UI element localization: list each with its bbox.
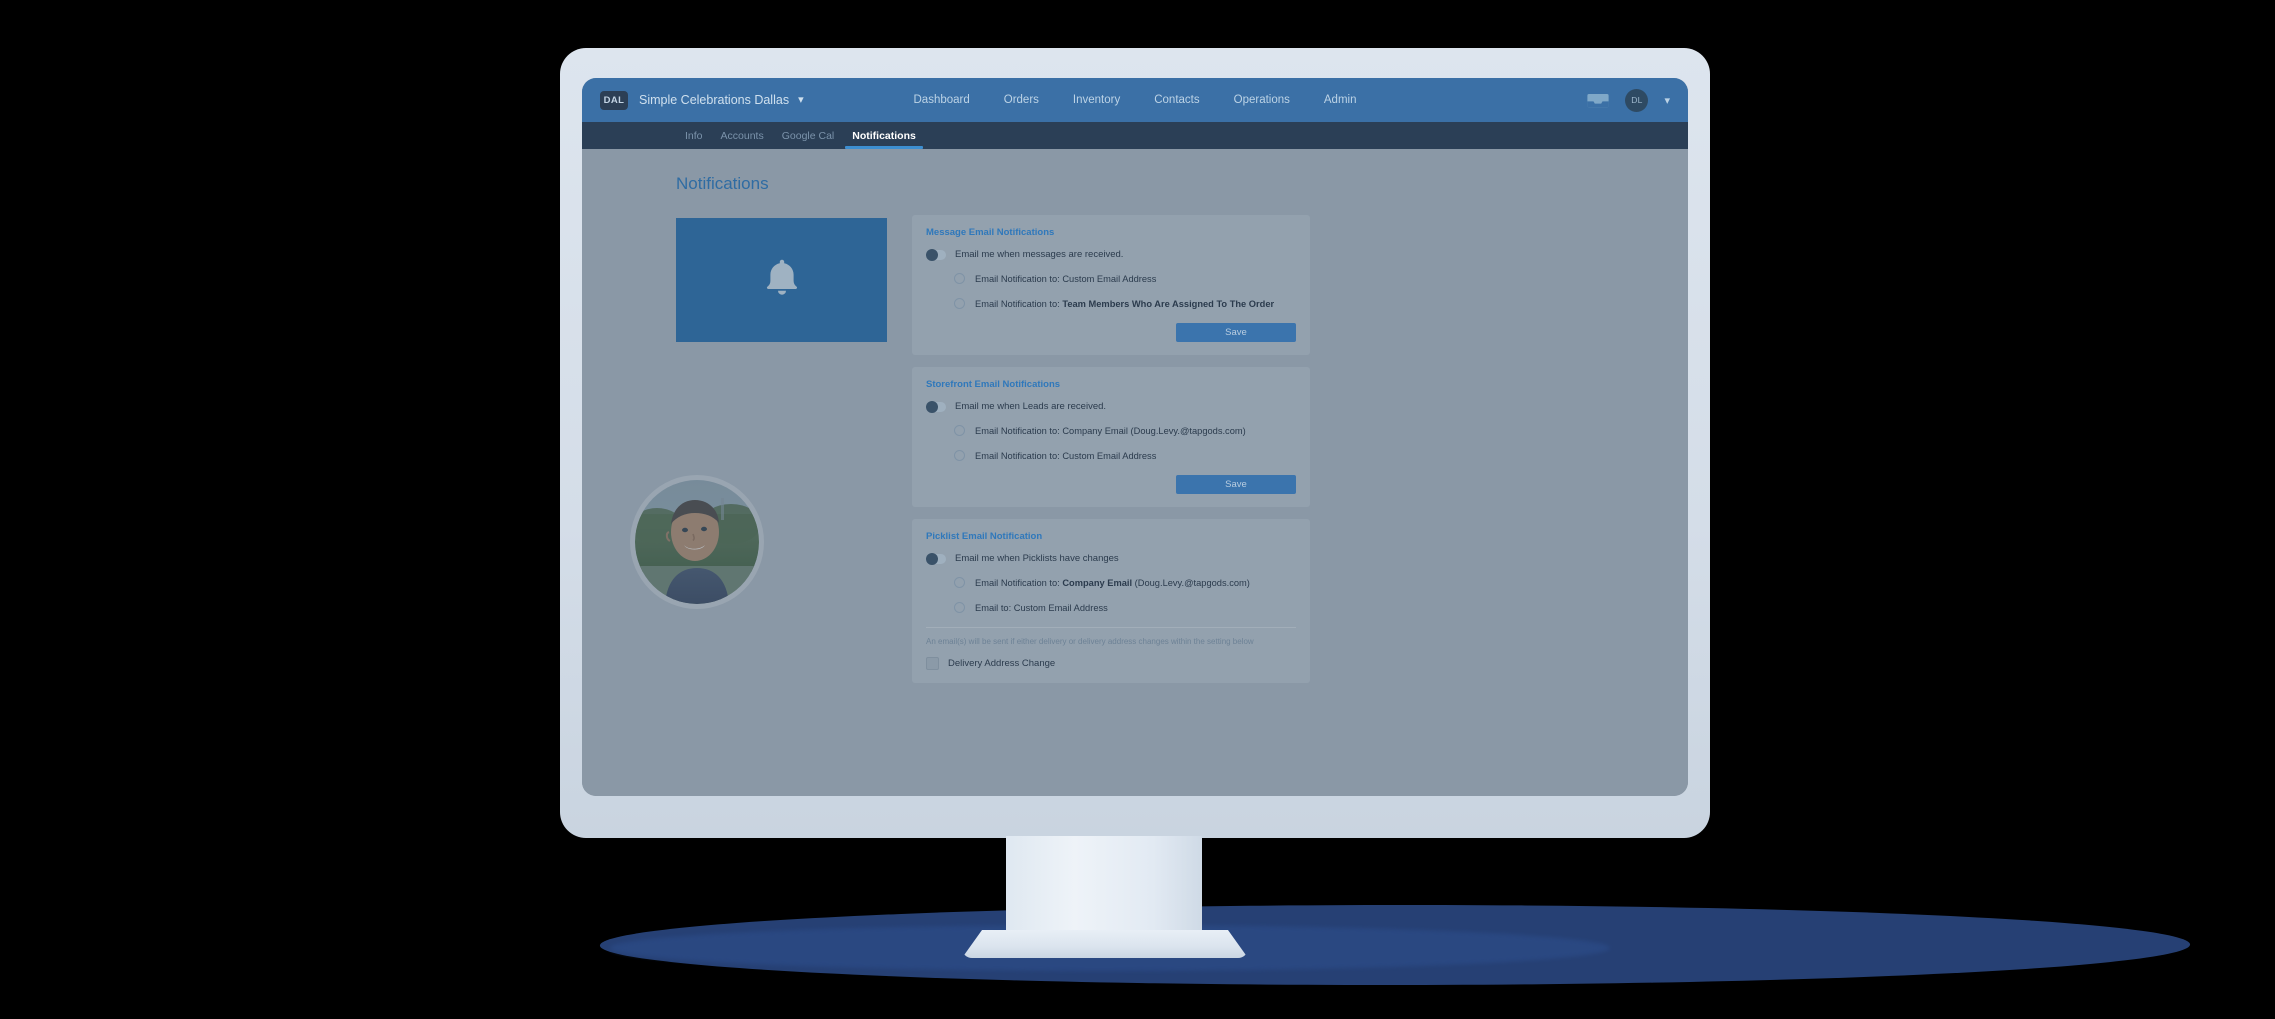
card-title: Picklist Email Notification	[926, 531, 1043, 542]
nav-item-inventory[interactable]: Inventory	[1073, 94, 1120, 106]
toggle-switch-picklists[interactable]	[926, 552, 946, 565]
scene: DAL Simple Celebrations Dallas ▾ Dashboa…	[0, 0, 2275, 1019]
card-title: Storefront Email Notifications	[926, 379, 1061, 390]
monitor-screen: DAL Simple Celebrations Dallas ▾ Dashboa…	[582, 78, 1688, 796]
toggle-label: Email me when Leads are received.	[955, 401, 1107, 412]
save-button[interactable]: Save	[1176, 475, 1296, 494]
brand-name[interactable]: Simple Celebrations Dallas	[639, 93, 789, 107]
checkbox-label: Delivery Address Change	[948, 658, 1056, 669]
radio-option-team-members[interactable]: Email Notification to: Team Members Who …	[954, 298, 1296, 309]
inbox-tray-icon[interactable]	[1587, 92, 1610, 109]
radio-icon[interactable]	[954, 298, 965, 309]
user-avatar-initials[interactable]: DL	[1625, 88, 1649, 112]
radio-label: Email to: Custom Email Address	[975, 602, 1108, 613]
chevron-down-icon[interactable]: ▾	[798, 94, 804, 106]
monitor: DAL Simple Celebrations Dallas ▾ Dashboa…	[560, 48, 1710, 838]
toggle-row[interactable]: Email me when Picklists have changes	[926, 552, 1296, 565]
radio-option-custom-email[interactable]: Email Notification to: Custom Email Addr…	[954, 273, 1296, 284]
brand-badge[interactable]: DAL	[600, 90, 628, 110]
top-right-controls: DL ▾	[1587, 88, 1670, 112]
sub-navigation-tabs: Info Accounts Google Cal Notifications	[582, 122, 1688, 149]
radio-icon[interactable]	[954, 425, 965, 436]
tab-google-cal[interactable]: Google Cal	[773, 130, 844, 149]
toggle-row[interactable]: Email me when Leads are received.	[926, 400, 1296, 413]
page-title: Notifications	[676, 174, 769, 193]
radio-option-company-email[interactable]: Email Notification to: Company Email (Do…	[954, 577, 1296, 588]
profile-photo-avatar	[635, 480, 759, 604]
radio-icon[interactable]	[954, 602, 965, 613]
tab-accounts[interactable]: Accounts	[712, 130, 773, 149]
nav-item-admin[interactable]: Admin	[1324, 94, 1357, 106]
nav-item-operations[interactable]: Operations	[1234, 94, 1290, 106]
radio-label: Email Notification to: Team Members Who …	[975, 298, 1275, 309]
card-picklist-email-notification: Picklist Email Notification Email me whe…	[912, 519, 1310, 683]
radio-option-custom-email[interactable]: Email to: Custom Email Address	[954, 602, 1296, 613]
radio-label: Email Notification to: Company Email (Do…	[975, 577, 1250, 588]
toggle-row[interactable]: Email me when messages are received.	[926, 248, 1296, 261]
radio-icon[interactable]	[954, 273, 965, 284]
radio-label: Email Notification to: Company Email (Do…	[975, 425, 1246, 436]
radio-label: Email Notification to: Custom Email Addr…	[975, 450, 1157, 461]
nav-item-dashboard[interactable]: Dashboard	[914, 94, 970, 106]
nav-item-orders[interactable]: Orders	[1004, 94, 1039, 106]
toggle-switch-leads[interactable]	[926, 400, 946, 413]
radio-option-company-email[interactable]: Email Notification to: Company Email (Do…	[954, 425, 1296, 436]
card-title: Message Email Notifications	[926, 227, 1055, 238]
tab-notifications[interactable]: Notifications	[843, 130, 925, 149]
toggle-label: Email me when messages are received.	[955, 249, 1124, 260]
save-button[interactable]: Save	[1176, 323, 1296, 342]
toggle-label: Email me when Picklists have changes	[955, 553, 1119, 564]
card-message-email-notifications: Message Email Notifications Email me whe…	[912, 215, 1310, 355]
bell-illustration-panel	[676, 218, 887, 342]
checkbox-icon[interactable]	[926, 657, 939, 670]
page-body: Notifications Message Email Notification…	[582, 149, 1688, 796]
helper-text: An email(s) will be sent if either deliv…	[926, 637, 1254, 646]
radio-option-custom-email[interactable]: Email Notification to: Custom Email Addr…	[954, 450, 1296, 461]
top-navigation-bar: DAL Simple Celebrations Dallas ▾ Dashboa…	[582, 78, 1688, 122]
tab-info[interactable]: Info	[676, 130, 712, 149]
nav-item-contacts[interactable]: Contacts	[1154, 94, 1199, 106]
divider	[926, 627, 1296, 628]
checkbox-row-delivery-address-change[interactable]: Delivery Address Change	[926, 657, 1296, 670]
radio-label: Email Notification to: Custom Email Addr…	[975, 273, 1157, 284]
radio-icon[interactable]	[954, 577, 965, 588]
card-storefront-email-notifications: Storefront Email Notifications Email me …	[912, 367, 1310, 507]
radio-icon[interactable]	[954, 450, 965, 461]
user-menu-chevron-down-icon[interactable]: ▾	[1664, 94, 1670, 107]
notification-cards: Message Email Notifications Email me whe…	[912, 215, 1310, 695]
bell-icon	[764, 258, 800, 303]
monitor-stand-foot	[962, 930, 1248, 958]
toggle-switch-messages[interactable]	[926, 248, 946, 261]
